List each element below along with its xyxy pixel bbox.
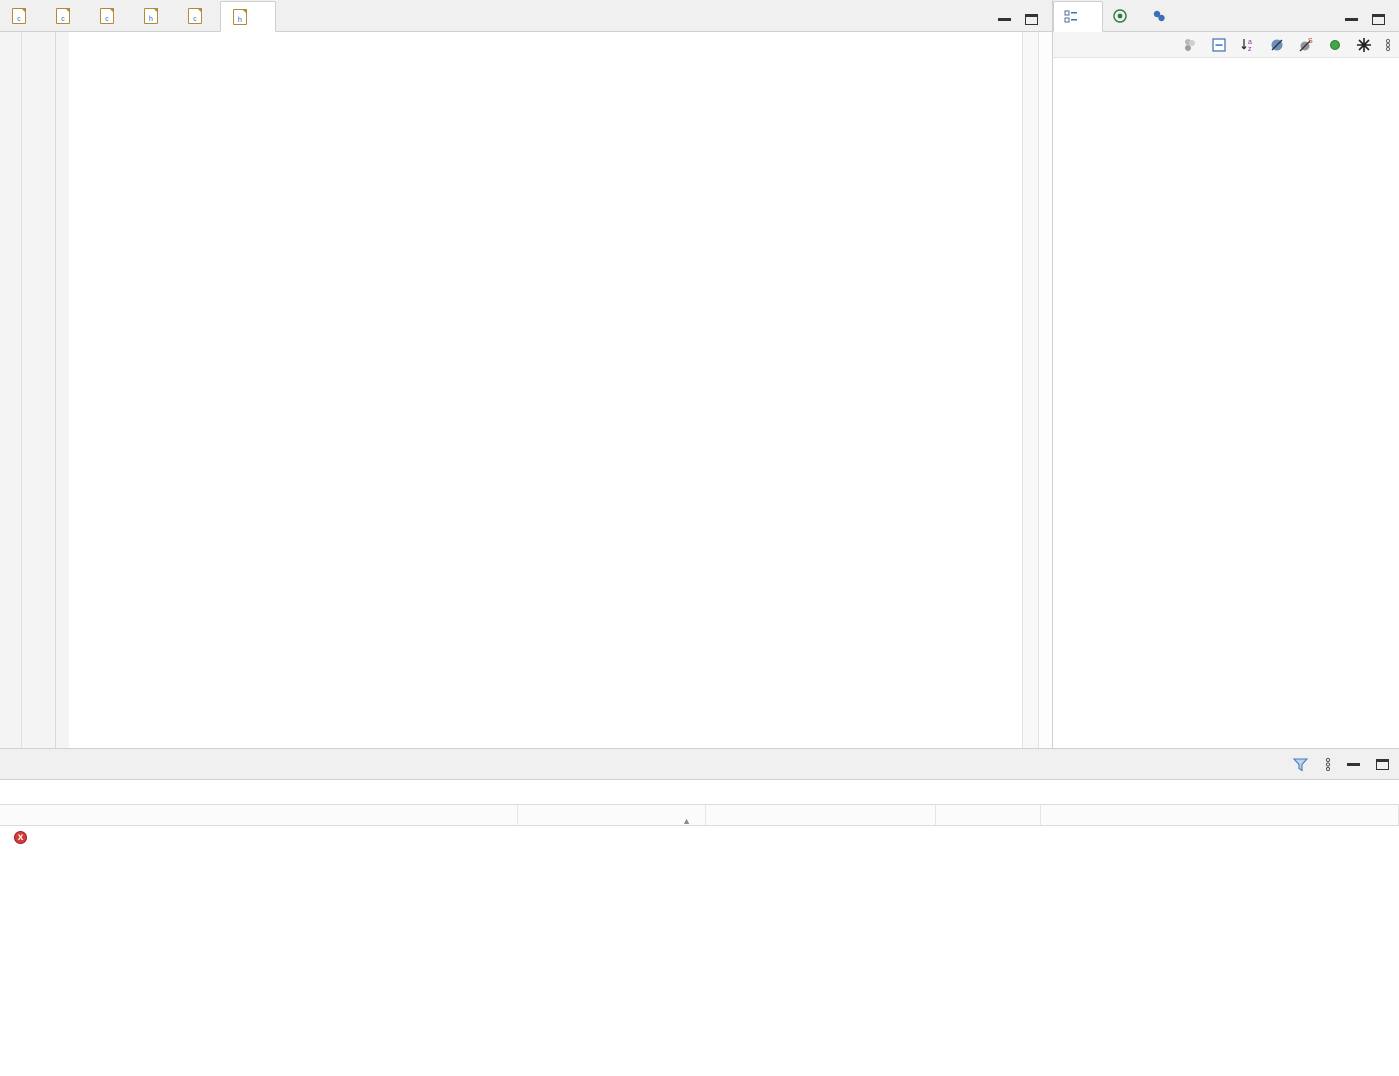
line-number-gutter — [22, 32, 56, 748]
svg-text:z: z — [1248, 46, 1252, 53]
editor-tab-utilities-hpp[interactable] — [132, 0, 176, 31]
view-menu-icon[interactable] — [1325, 756, 1331, 773]
hide-non-public-icon[interactable] — [1269, 37, 1285, 53]
eclipse-ide-window: a z S — [0, 0, 1399, 1076]
outline-toolbar: a z S — [1053, 32, 1399, 58]
focus-active-task-icon[interactable] — [1182, 37, 1198, 53]
c-file-icon — [188, 7, 202, 24]
breakpoint-icon — [1153, 10, 1165, 21]
tab-outline[interactable] — [1053, 1, 1103, 32]
hide-macros-icon[interactable] — [1356, 37, 1372, 53]
column-header-resource[interactable]: ▲ — [518, 805, 706, 826]
column-header-description[interactable] — [0, 805, 518, 825]
editor-tabbar — [0, 0, 1052, 32]
source-code-text[interactable] — [69, 32, 1022, 748]
editor-tab-unittest-cpp[interactable] — [88, 0, 132, 31]
svg-text:S: S — [1308, 38, 1313, 45]
problems-table-header: ▲ — [0, 804, 1399, 826]
problems-group-row-errors[interactable] — [0, 826, 1399, 849]
svg-text:a: a — [1248, 39, 1252, 46]
hide-fields-icon[interactable] — [1327, 37, 1343, 53]
sort-ascending-icon: ▲ — [682, 816, 691, 826]
c-file-icon — [12, 7, 26, 24]
minimize-icon[interactable] — [1347, 762, 1360, 766]
overview-ruler[interactable] — [1022, 32, 1038, 748]
editor-vertical-scrollbar[interactable] — [1038, 32, 1052, 748]
editor-window-buttons — [998, 14, 1052, 31]
maximize-icon[interactable] — [1025, 14, 1038, 25]
minimize-icon[interactable] — [1345, 18, 1358, 21]
view-menu-icon[interactable] — [1385, 37, 1391, 53]
editor-tab-unittest-hpp[interactable] — [44, 0, 88, 31]
tab-build-targets[interactable] — [1103, 0, 1142, 31]
problems-table: ▲ — [0, 804, 1399, 849]
c-file-icon — [100, 7, 114, 24]
build-target-icon — [1113, 8, 1127, 23]
editor-stack — [0, 0, 1052, 748]
outline-tree[interactable] — [1053, 58, 1399, 748]
sort-alpha-icon[interactable]: a z — [1240, 37, 1256, 53]
filter-icon[interactable] — [1292, 756, 1309, 773]
editor-tab-main-cpp[interactable] — [0, 0, 44, 31]
folding-gutter[interactable] — [56, 32, 69, 748]
column-header-path[interactable] — [706, 805, 936, 825]
column-header-type[interactable] — [1041, 805, 1399, 825]
c-file-icon — [56, 7, 70, 24]
editor-tab-utilities-cpp[interactable] — [176, 0, 220, 31]
top-area: a z S — [0, 0, 1399, 748]
outline-window-buttons — [1345, 14, 1399, 31]
column-header-location[interactable] — [936, 805, 1041, 825]
problems-tabbar — [0, 749, 1399, 780]
outline-tabbar — [1053, 0, 1399, 32]
editor-tab-overflow-button[interactable] — [276, 24, 300, 31]
error-icon — [14, 830, 27, 845]
maximize-icon[interactable] — [1372, 14, 1385, 25]
h-file-icon — [144, 7, 158, 24]
minimize-icon[interactable] — [998, 18, 1011, 21]
collapse-all-icon[interactable] — [1211, 37, 1227, 53]
maximize-icon[interactable] — [1376, 758, 1389, 770]
problems-summary — [0, 780, 1399, 804]
marker-gutter[interactable] — [0, 32, 22, 748]
problems-toolbar — [1292, 756, 1399, 773]
outline-panel: a z S — [1052, 0, 1399, 748]
tab-breakpoints[interactable] — [1142, 0, 1181, 31]
outline-icon — [1064, 10, 1077, 22]
problems-panel: ▲ — [0, 748, 1399, 1076]
h-file-icon — [233, 8, 247, 25]
code-editor[interactable] — [0, 32, 1052, 748]
hide-static-icon[interactable]: S — [1298, 37, 1314, 53]
editor-tab-lut-phivalues-active[interactable] — [220, 1, 276, 32]
